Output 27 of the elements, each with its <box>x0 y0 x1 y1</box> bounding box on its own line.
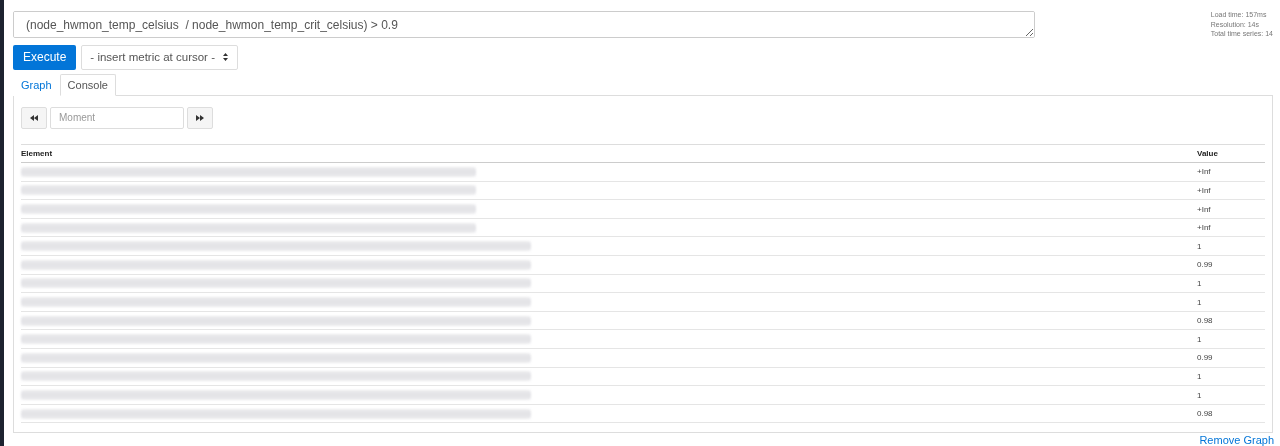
fast-forward-icon <box>196 114 204 121</box>
table-cell-text: 1 <box>1197 278 1203 288</box>
table-cell-text: 1 <box>1197 371 1203 381</box>
sort-icon <box>222 53 228 61</box>
back-button[interactable] <box>21 106 47 129</box>
table-cell-text: +Inf <box>1197 186 1212 195</box>
table-cell-text: +Inf <box>1197 167 1212 177</box>
table-cell-text: 1 <box>1197 297 1203 307</box>
rewind-icon <box>30 114 38 121</box>
table-cell-text: 1 <box>1197 390 1203 400</box>
moment-field[interactable]: Moment <box>50 106 184 129</box>
table-cell-text: 1 <box>1197 241 1203 251</box>
table-cell-text: 0.99 <box>1197 260 1214 270</box>
column-header: Value <box>1197 148 1218 158</box>
execute-button[interactable]: Execute <box>13 44 77 70</box>
metric-select[interactable]: - insert metric at cursor - <box>81 44 238 70</box>
tab[interactable]: Console <box>59 73 116 96</box>
table-cell-text: 1 <box>1197 334 1203 344</box>
table-cell-text: 0.98 <box>1197 316 1214 326</box>
expression-field[interactable]: (node_hwmon_temp_celsius / node_hwmon_temp_crit_celsius) > 0.9 <box>13 11 1035 38</box>
forward-button[interactable] <box>187 106 213 129</box>
remove-graph-link[interactable]: Remove Graph <box>1199 433 1274 446</box>
table-cell-text: 0.99 <box>1197 353 1214 363</box>
column-header: Element <box>21 148 53 158</box>
table-cell-text: +Inf <box>1197 223 1212 233</box>
table-cell-text: 0.98 <box>1197 409 1214 419</box>
table-cell-text: +Inf <box>1197 204 1212 214</box>
